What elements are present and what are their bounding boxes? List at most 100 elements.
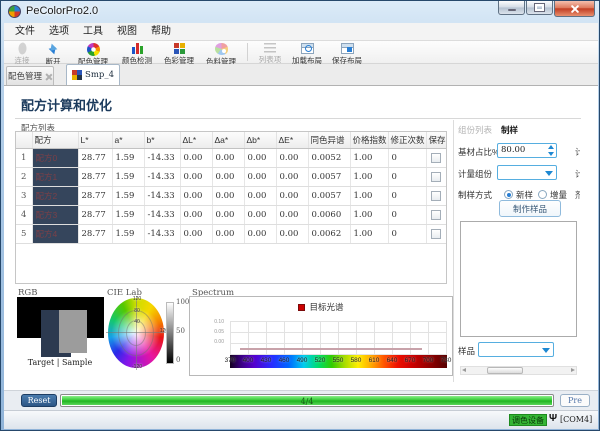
color-detect-icon — [132, 43, 143, 54]
close-button[interactable] — [554, 1, 595, 17]
toolbar-load-layout-button[interactable]: 加载布局 — [287, 41, 327, 64]
status-bar: 调色设备 Ψ [COM4] — [4, 410, 598, 429]
radio-increment[interactable] — [538, 190, 547, 199]
column-header: 保存 — [426, 132, 446, 148]
spin-up-icon[interactable] — [548, 145, 554, 149]
column-header: b* — [144, 132, 180, 148]
value-cell: 0.0057 — [308, 167, 350, 186]
table-row[interactable]: 3配方228.771.59-14.330.000.000.000.000.005… — [16, 186, 446, 205]
menu-item-file[interactable]: 文件 — [8, 23, 42, 40]
spectrum-legend: 目标光谱 — [190, 301, 452, 313]
menu-item-tools[interactable]: 工具 — [76, 23, 110, 40]
maximize-button[interactable] — [526, 1, 553, 15]
table-row[interactable]: 4配方328.771.59-14.330.000.000.000.000.006… — [16, 205, 446, 224]
value-cell: 0.00 — [212, 186, 244, 205]
toolbar: 连接 断开 配色管理 颜色检测 色彩管理 色料管理 列表项 加载布局 — [4, 41, 598, 64]
formula-name-cell[interactable]: 配方4 — [32, 224, 78, 243]
progress-text: 4/4 — [61, 397, 553, 406]
minimize-button[interactable] — [498, 1, 525, 15]
spin-down-icon[interactable] — [548, 152, 554, 156]
save-checkbox[interactable] — [431, 229, 441, 239]
value-cell: -14.33 — [144, 205, 180, 224]
tab-close-icon[interactable] — [45, 73, 52, 80]
make-sample-button[interactable]: 制作样品 — [499, 200, 561, 217]
row-index: 2 — [16, 167, 32, 186]
scrollbar-thumb[interactable] — [487, 367, 523, 374]
column-header: Δa* — [212, 132, 244, 148]
reset-button[interactable]: Reset — [21, 394, 57, 407]
table-row[interactable]: 5配方428.771.59-14.330.000.000.000.000.006… — [16, 224, 446, 243]
main-content: 配方计算和优化 配方列表 配方 L* a* b* ΔL* Δa* Δb* ΔE* — [4, 85, 598, 390]
save-checkbox[interactable] — [431, 153, 441, 163]
menu-item-view[interactable]: 视图 — [110, 23, 144, 40]
value-cell: 0.0060 — [308, 205, 350, 224]
menu-item-options[interactable]: 选项 — [42, 23, 76, 40]
axis-label: 80 — [134, 308, 140, 314]
title-bar[interactable]: PeColorPro2.0 — [1, 1, 600, 23]
spectrum-x-ticks: 370400430460490520550580610640670700730 — [230, 357, 447, 367]
save-checkbox[interactable] — [431, 210, 441, 220]
make-mode-label: 制样方式 — [458, 189, 492, 201]
sample-select[interactable] — [478, 342, 554, 357]
row-index: 1 — [16, 148, 32, 167]
horizontal-scrollbar[interactable] — [460, 366, 577, 375]
table-row[interactable]: 1配方028.771.59-14.330.000.000.000.000.005… — [16, 148, 446, 167]
toolbar-disconnect-button[interactable]: 断开 — [36, 41, 70, 64]
toolbar-color-manage-button[interactable]: 色彩管理 — [158, 41, 200, 64]
formula-name-cell[interactable]: 配方2 — [32, 186, 78, 205]
toolbar-list-items-button[interactable]: 列表项 — [253, 41, 287, 64]
chevron-down-icon — [545, 171, 553, 176]
connect-icon — [18, 43, 27, 54]
value-cell: 1.59 — [112, 186, 144, 205]
formula-name-cell[interactable]: 配方0 — [32, 148, 78, 167]
column-header: 价格指数 — [350, 132, 388, 148]
usb-icon: Ψ — [549, 413, 557, 424]
save-layout-icon — [341, 43, 354, 54]
measure-component-select[interactable] — [497, 165, 557, 180]
save-checkbox[interactable] — [431, 172, 441, 182]
formula-name-cell[interactable]: 配方1 — [32, 167, 78, 186]
pre-button[interactable]: Pre — [560, 394, 590, 407]
component-listbox[interactable] — [460, 221, 577, 337]
table-row[interactable]: 2配方128.771.59-14.330.000.000.000.000.005… — [16, 167, 446, 186]
progress-bar: 4/4 — [60, 394, 554, 407]
value-cell: 0 — [388, 186, 426, 205]
toolbar-color-matching-button[interactable]: 配色管理 — [70, 41, 116, 64]
tab-components-list[interactable]: 组份列表 — [458, 124, 492, 136]
column-header: ΔL* — [180, 132, 212, 148]
y-tick-label: 0.05 — [214, 329, 224, 337]
com-port-label: [COM4] — [560, 415, 592, 424]
save-cell — [426, 186, 446, 205]
x-tick-label: 550 — [333, 357, 344, 364]
toolbar-connect-button[interactable]: 连接 — [8, 41, 36, 64]
value-cell: 0.00 — [212, 167, 244, 186]
menu-item-help[interactable]: 帮助 — [144, 23, 178, 40]
column-header — [16, 132, 32, 148]
value-cell: 0.00 — [180, 186, 212, 205]
value-cell: 1.59 — [112, 224, 144, 243]
save-checkbox[interactable] — [431, 191, 441, 201]
value-cell: 0.00 — [276, 224, 308, 243]
formula-name-cell[interactable]: 配方3 — [32, 205, 78, 224]
value-cell: 0.00 — [212, 148, 244, 167]
scroll-left-icon[interactable] — [462, 368, 466, 372]
toolbar-color-detect-button[interactable]: 颜色检测 — [116, 41, 158, 64]
column-header: 同色异谱 — [308, 132, 350, 148]
tab-smp4[interactable]: Smp_4 — [66, 64, 120, 85]
toolbar-save-layout-button[interactable]: 保存布局 — [327, 41, 367, 64]
spectrum-chart: 目标光谱 0.100.050.00 3704004304604905205505… — [189, 296, 453, 376]
scroll-right-icon[interactable] — [571, 368, 575, 372]
column-header: 配方 — [32, 132, 78, 148]
x-tick-label: 700 — [423, 357, 434, 364]
cielab-wheel: 120 80 40 -120 120 — [108, 298, 166, 370]
lightness-label: 100 — [176, 298, 189, 306]
value-cell: 1.00 — [350, 205, 388, 224]
divider — [15, 118, 581, 119]
toolbar-colorant-manage-button[interactable]: 色料管理 — [200, 41, 242, 64]
value-cell: 0.00 — [244, 186, 276, 205]
tab-make-sample[interactable]: 制样 — [501, 124, 518, 136]
tab-label: 配色管理 — [8, 70, 42, 82]
tab-color-matching[interactable]: 配色管理 — [6, 66, 54, 85]
spinner-arrows[interactable] — [546, 145, 555, 156]
radio-new-sample[interactable] — [504, 190, 513, 199]
